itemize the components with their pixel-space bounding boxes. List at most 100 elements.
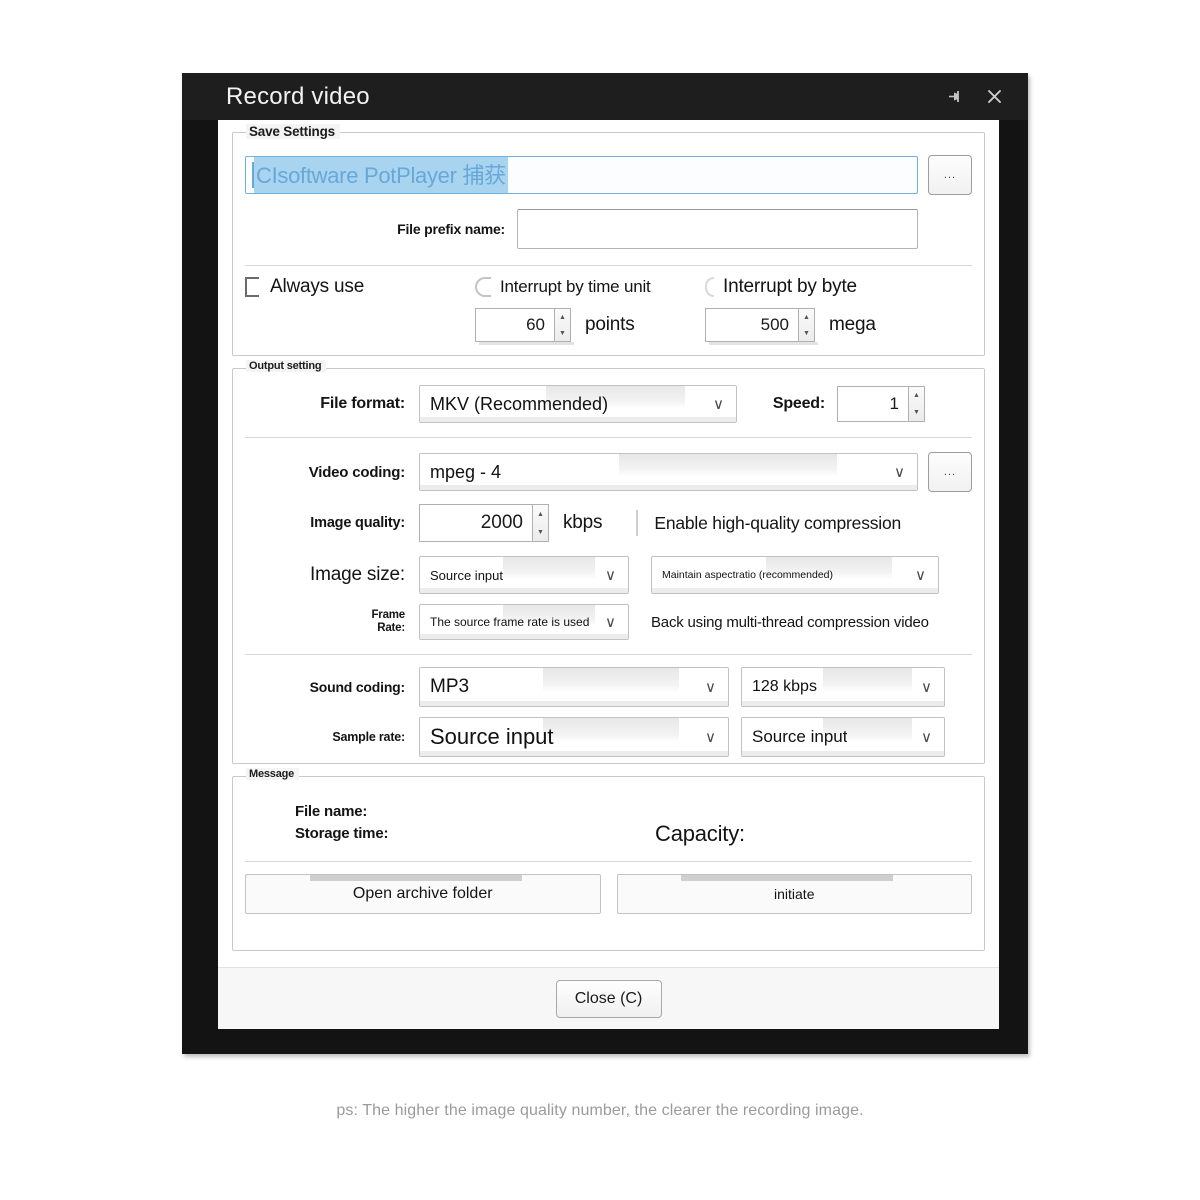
image-quality-unit: kbps: [563, 512, 603, 533]
save-path-browse-button[interactable]: ...: [928, 155, 972, 195]
sound-bitrate-combo[interactable]: 128 kbps ∨: [741, 667, 945, 707]
frame-rate-row: Frame Rate: The source frame rate is use…: [233, 594, 984, 640]
sound-bitrate-value: 128 kbps: [752, 678, 817, 695]
close-button[interactable]: Close (C): [555, 979, 662, 1018]
chevron-down-icon: ∨: [705, 729, 716, 746]
open-archive-folder-button[interactable]: Open archive folder: [245, 874, 601, 914]
message-labels: File name: Storage time:: [245, 803, 655, 842]
save-path-browse-label: ...: [943, 169, 957, 181]
video-coding-row: Video coding: mpeg - 4 ∨ ...: [233, 438, 984, 492]
interrupt-by-time-radio-icon[interactable]: [475, 277, 491, 297]
image-size-row: Image size: Source input ∨ Maintain aspe…: [233, 542, 984, 594]
aspect-ratio-value: Maintain aspectratio (recommended): [662, 569, 833, 581]
interrupt-by-byte-label: Interrupt by byte: [723, 276, 857, 297]
byte-unit-spin-buttons[interactable]: ▲ ▼: [798, 308, 815, 342]
channel-combo[interactable]: Source input ∨: [741, 717, 945, 757]
sound-coding-value: MP3: [430, 676, 470, 697]
image-quality-value[interactable]: 2000: [419, 504, 532, 542]
high-quality-checkbox-icon[interactable]: [636, 510, 639, 536]
save-settings-group: Save Settings CIsoftware PotPlayer 捕获 ..…: [232, 124, 985, 356]
byte-unit-group: 500 ▲ ▼ mega: [705, 308, 876, 345]
chevron-down-icon: ∨: [713, 396, 724, 413]
always-use-checkbox-icon[interactable]: [245, 277, 259, 297]
video-coding-combo[interactable]: mpeg - 4 ∨: [419, 453, 918, 491]
frame-rate-label-line2: Rate:: [377, 622, 405, 634]
always-use-option[interactable]: Always use: [245, 276, 475, 298]
video-coding-browse-button[interactable]: ...: [928, 452, 972, 492]
interrupt-options-row: Always use Interrupt by time unit Interr…: [233, 266, 984, 298]
window-title: Record video: [226, 82, 370, 110]
window-titlebar: Record video: [182, 73, 1028, 120]
save-path-input[interactable]: CIsoftware PotPlayer 捕获: [245, 156, 918, 194]
output-setting-group: Output setting File format: MKV (Recomme…: [232, 360, 985, 764]
chevron-down-icon: ∨: [921, 729, 932, 746]
sound-coding-combo[interactable]: MP3 ∨: [419, 667, 729, 707]
time-unit-group: 60 ▲ ▼ points: [475, 308, 705, 345]
record-video-window: Record video Save Settings CIsoftware Po…: [182, 73, 1028, 1054]
spin-down-icon[interactable]: ▼: [909, 404, 924, 421]
close-icon[interactable]: [982, 85, 1006, 109]
aspect-ratio-combo[interactable]: Maintain aspectratio (recommended) ∨: [651, 556, 939, 594]
sound-coding-row: Sound coding: MP3 ∨ 128 kbps ∨: [233, 655, 984, 707]
initiate-button[interactable]: initiate: [616, 874, 972, 914]
image-size-combo[interactable]: Source input ∨: [419, 556, 629, 594]
chevron-down-icon: ∨: [915, 567, 926, 584]
video-coding-value: mpeg - 4: [430, 461, 502, 482]
interrupt-by-time-option[interactable]: Interrupt by time unit: [475, 277, 705, 297]
interrupt-by-byte-radio-icon[interactable]: [705, 277, 714, 297]
save-path-value: CIsoftware PotPlayer 捕获: [254, 157, 508, 193]
chevron-down-icon: ∨: [605, 567, 616, 584]
always-use-label: Always use: [270, 276, 365, 297]
page-root: Record video Save Settings CIsoftware Po…: [0, 0, 1200, 1200]
file-prefix-label: File prefix name:: [397, 221, 505, 237]
sample-rate-row: Sample rate: Source input ∨ Source input…: [233, 707, 984, 757]
spin-up-icon[interactable]: ▲: [799, 309, 814, 325]
initiate-label: initiate: [774, 886, 815, 902]
speed-value[interactable]: 1: [837, 386, 908, 422]
interrupt-by-time-label: Interrupt by time unit: [500, 277, 651, 296]
image-quality-row: Image quality: 2000 ▲ ▼ kbps Enable high…: [233, 492, 984, 542]
byte-unit-value[interactable]: 500: [705, 308, 798, 342]
spin-down-icon[interactable]: ▼: [555, 325, 570, 341]
footnote-text: ps: The higher the image quality number,…: [336, 1102, 864, 1119]
frame-rate-value: The source frame rate is used: [430, 615, 590, 629]
chevron-down-icon: ∨: [705, 679, 716, 696]
time-unit-spinner[interactable]: 60 ▲ ▼: [475, 308, 574, 345]
pin-icon[interactable]: [942, 85, 966, 109]
message-info-row: File name: Storage time: Capacity:: [233, 777, 984, 847]
speed-spinner[interactable]: 1 ▲ ▼: [837, 386, 925, 422]
file-format-combo[interactable]: MKV (Recommended) ∨: [419, 385, 737, 423]
message-group: Message File name: Storage time: Capacit…: [232, 768, 985, 951]
speed-spin-buttons[interactable]: ▲ ▼: [908, 386, 925, 422]
message-buttons-row: Open archive folder initiate: [233, 862, 984, 914]
spin-down-icon[interactable]: ▼: [799, 325, 814, 341]
sample-rate-value: Source input: [430, 724, 554, 749]
frame-rate-combo[interactable]: The source frame rate is used ∨: [419, 604, 629, 640]
interrupt-by-byte-option[interactable]: Interrupt by byte: [705, 276, 857, 298]
image-quality-spinner[interactable]: 2000 ▲ ▼: [419, 504, 549, 542]
video-coding-browse-label: ...: [943, 466, 957, 478]
channel-value: Source input: [752, 727, 848, 746]
spin-down-icon[interactable]: ▼: [533, 523, 548, 541]
file-prefix-row: File prefix name:: [233, 195, 984, 249]
time-unit-suffix: points: [585, 314, 635, 335]
file-format-row: File format: MKV (Recommended) ∨ Speed: …: [233, 369, 984, 423]
spin-up-icon[interactable]: ▲: [909, 387, 924, 404]
sound-coding-label: Sound coding:: [309, 679, 406, 695]
frame-rate-label-line1: Frame: [371, 609, 405, 621]
image-quality-spin-buttons[interactable]: ▲ ▼: [532, 504, 549, 542]
storage-time-label: Storage time:: [295, 825, 389, 842]
message-group-title: Message: [246, 768, 300, 780]
byte-unit-spinner[interactable]: 500 ▲ ▼: [705, 308, 818, 345]
time-unit-value[interactable]: 60: [475, 308, 554, 342]
open-archive-folder-label: Open archive folder: [352, 885, 493, 902]
file-prefix-input[interactable]: [517, 209, 918, 249]
video-coding-label: Video coding:: [308, 463, 405, 481]
spin-up-icon[interactable]: ▲: [555, 309, 570, 325]
capacity-label: Capacity:: [655, 821, 745, 846]
sample-rate-combo[interactable]: Source input ∨: [419, 717, 729, 757]
chevron-down-icon: ∨: [921, 679, 932, 696]
time-unit-spin-buttons[interactable]: ▲ ▼: [554, 308, 571, 342]
spin-up-icon[interactable]: ▲: [533, 505, 548, 523]
spinner-shadow: [479, 342, 574, 345]
